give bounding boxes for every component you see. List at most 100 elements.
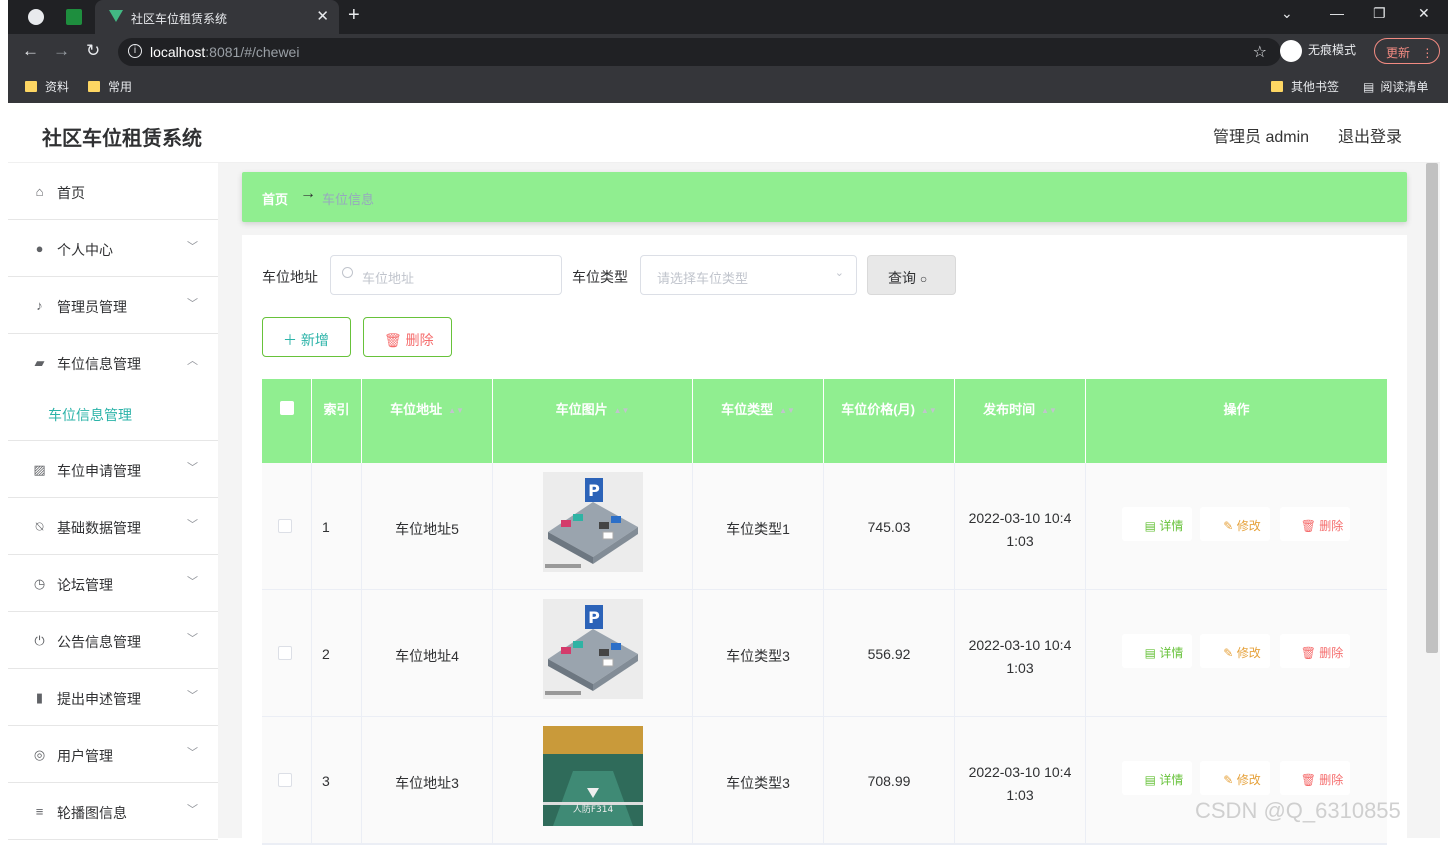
list-icon: ≡ xyxy=(35,804,44,819)
type-select[interactable]: 请选择车位类型 ⌄ xyxy=(640,255,857,295)
sidebar-subitem-active[interactable]: 车位信息管理 xyxy=(48,405,132,425)
sidebar-item[interactable]: ⌂ 首页 xyxy=(8,163,218,220)
col-image-label: 车位图片 xyxy=(555,402,608,417)
detail-button[interactable]: ▤ 详情 xyxy=(1122,634,1192,668)
delete-button[interactable]: 🗑 删除 xyxy=(1280,634,1350,668)
sidebar-item-label: 论坛管理 xyxy=(57,577,113,593)
sidebar-item[interactable]: ▮ 提出申述管理 ﹀ xyxy=(8,669,218,726)
table-row[interactable]: 2 车位地址4 P 车位类型3 556.92 2022-03-10 10:4 1:… xyxy=(262,590,1387,717)
delete-button[interactable]: 🗑 删除 xyxy=(1280,507,1350,541)
col-time[interactable]: 发布时间 ▲▼ xyxy=(955,379,1086,463)
back-icon[interactable]: ← xyxy=(22,41,39,61)
reload-icon[interactable]: ↻ xyxy=(86,41,100,61)
row-checkbox[interactable] xyxy=(278,773,292,787)
add-button[interactable]: ＋ 新增 xyxy=(262,317,351,357)
image-cell: 人防F314 xyxy=(493,717,693,844)
new-tab-icon[interactable]: + xyxy=(348,4,360,27)
col-index: 索引 xyxy=(312,379,362,463)
time-line-1: 2022-03-10 10:4 xyxy=(968,637,1072,653)
chevron-down-icon: ﹀ xyxy=(187,633,198,645)
sidebar-item-label: 车位申请管理 xyxy=(57,463,141,479)
app: 社区车位租赁系统 管理员 admin 退出登录 ⌂ 首页 ● 个人中心 ﹀ ♪ 管理员… xyxy=(8,103,1440,845)
forward-icon[interactable]: → xyxy=(53,41,70,61)
svg-text:人防F314: 人防F314 xyxy=(573,803,614,815)
bookmark-star-icon[interactable]: ☆ xyxy=(1253,42,1267,62)
image-cell: P xyxy=(493,463,693,590)
col-address[interactable]: 车位地址 ▲▼ xyxy=(362,379,493,463)
sidebar-item[interactable]: ◎ 用户管理 ﹀ xyxy=(8,726,218,783)
address-search-input[interactable]: 车位地址 xyxy=(330,255,562,295)
window-close-icon[interactable]: ✕ xyxy=(1418,5,1430,22)
vue-logo-icon xyxy=(109,10,123,22)
other-bookmarks[interactable]: 其他书签 xyxy=(1271,78,1339,95)
active-tab[interactable]: 社区车位租赁系统 ✕ xyxy=(95,0,339,34)
watermark: CSDN @Q_6310855 xyxy=(1195,798,1401,823)
user-icon: ● xyxy=(35,241,44,256)
sidebar-item[interactable]: ♪ 管理员管理 ﹀ xyxy=(8,277,218,334)
table-row[interactable]: 3 车位地址3 人防F314 车位类型3 708.99 2022-03-10 1… xyxy=(262,717,1387,844)
sidebar-item[interactable]: ● 个人中心 ﹀ xyxy=(8,220,218,277)
add-label: 新增 xyxy=(300,332,329,348)
site-info-icon[interactable]: i xyxy=(128,44,142,58)
reading-list-icon: ▤ xyxy=(1363,80,1375,94)
sidebar-item[interactable]: ▰ 车位信息管理 ︿ xyxy=(8,334,218,391)
row-checkbox[interactable] xyxy=(278,646,292,660)
detail-button[interactable]: ▤ 详情 xyxy=(1122,761,1192,795)
sort-icon[interactable]: ▲▼ xyxy=(1041,406,1057,415)
restore-icon[interactable]: ❐ xyxy=(1373,5,1386,22)
power-icon: ⏻ xyxy=(34,633,45,648)
edit-button[interactable]: ✎ 修改 xyxy=(1200,634,1270,668)
col-price[interactable]: 车位价格(月) ▲▼ xyxy=(824,379,955,463)
parking-image: P xyxy=(543,472,643,572)
sort-icon[interactable]: ▲▼ xyxy=(448,406,464,415)
trash-icon: 🗑 xyxy=(1300,646,1316,660)
incognito-indicator[interactable]: 无痕模式 xyxy=(1280,40,1356,64)
scrollbar[interactable] xyxy=(1426,163,1438,653)
aperture-icon: ◎ xyxy=(33,747,46,762)
query-button[interactable]: 查询 ○ xyxy=(867,255,956,295)
tab-search-icon[interactable]: ⌄ xyxy=(1281,5,1293,22)
update-button[interactable]: 更新 ⋮ xyxy=(1374,38,1440,64)
batch-delete-button[interactable]: 🗑 删除 xyxy=(363,317,452,357)
sidebar-item[interactable]: ≡ 轮播图信息 ﹀ xyxy=(8,783,218,840)
detail-button[interactable]: ▤ 详情 xyxy=(1122,507,1192,541)
parking-image: P xyxy=(543,599,643,699)
bookmark-label: 常用 xyxy=(108,80,133,94)
browser-chrome: 社区车位租赁系统 ✕ + ⌄ — ❐ ✕ ← → ↻ i localhost:8… xyxy=(8,0,1448,103)
bookmark-folder-2[interactable]: 常用 xyxy=(88,78,132,95)
select-all-checkbox[interactable] xyxy=(279,401,294,415)
sort-icon[interactable]: ▲▼ xyxy=(779,406,795,415)
reading-list[interactable]: ▤ 阅读清单 xyxy=(1363,78,1428,95)
edit-button[interactable]: ✎ 修改 xyxy=(1200,507,1270,541)
close-tab-icon[interactable]: ✕ xyxy=(316,7,329,25)
delete-button[interactable]: 🗑 删除 xyxy=(1280,761,1350,795)
incognito-label: 无痕模式 xyxy=(1308,43,1357,58)
sidebar-item-label: 基础数据管理 xyxy=(57,520,141,536)
row-checkbox[interactable] xyxy=(278,519,292,533)
col-image[interactable]: 车位图片 ▲▼ xyxy=(493,379,693,463)
edit-button[interactable]: ✎ 修改 xyxy=(1200,761,1270,795)
url-bar[interactable]: i localhost:8081/#/chewei ☆ xyxy=(118,38,1281,66)
sidebar-item[interactable]: ⏻ 公告信息管理 ﹀ xyxy=(8,612,218,669)
more-menu-icon[interactable]: ⋮ xyxy=(1421,46,1433,60)
sort-icon[interactable]: ▲▼ xyxy=(921,406,937,415)
home-icon: ⌂ xyxy=(35,184,44,199)
col-type[interactable]: 车位类型 ▲▼ xyxy=(693,379,824,463)
sheets-icon[interactable] xyxy=(66,9,82,25)
minimize-icon[interactable]: — xyxy=(1330,5,1344,21)
logout-link[interactable]: 退出登录 xyxy=(1338,123,1402,147)
pencil-icon: ✎ xyxy=(1223,519,1234,533)
bookmark-folder-1[interactable]: 资料 xyxy=(25,78,69,95)
col-time-label: 发布时间 xyxy=(983,402,1036,417)
sidebar-item[interactable]: ▨ 车位申请管理 ﹀ xyxy=(8,441,218,498)
globe-icon[interactable] xyxy=(28,9,44,25)
breadcrumb-home[interactable]: 首页 xyxy=(262,189,288,208)
type-placeholder: 请选择车位类型 xyxy=(657,271,749,286)
sidebar-item[interactable]: ⍉ 基础数据管理 ﹀ xyxy=(8,498,218,555)
sort-icon[interactable]: ▲▼ xyxy=(614,406,630,415)
sidebar-item[interactable]: ◷ 论坛管理 ﹀ xyxy=(8,555,218,612)
image-cell: P xyxy=(493,590,693,717)
table-row[interactable]: 1 车位地址5 P 车位类型1 745.03 2022-03-10 10:4 1:… xyxy=(262,463,1387,590)
document-icon: ▤ xyxy=(1144,646,1156,660)
search-icon xyxy=(342,267,353,278)
